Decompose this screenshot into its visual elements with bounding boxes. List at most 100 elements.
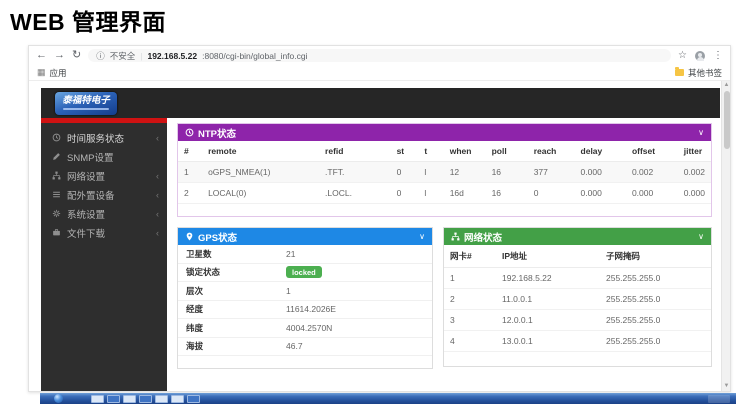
cell: 0.000 [575,183,626,204]
col-header: 网卡# [444,245,496,268]
col-header: refid [319,141,391,162]
table-row: 1 192.168.5.22 255.255.255.0 [444,268,711,289]
cell: 192.168.5.22 [496,268,600,289]
bookmark-star-icon[interactable]: ☆ [678,50,687,61]
brand-logo-tagline [63,108,109,111]
sidebar-item-network-settings[interactable]: 网络设置 ‹ [41,166,167,185]
cell: 3 [444,310,496,331]
taskbar-app-icon[interactable] [171,395,184,403]
profile-avatar-icon[interactable] [695,51,705,61]
taskbar-app-icon[interactable] [155,395,168,403]
table-row: 2 11.0.0.1 255.255.255.0 [444,289,711,310]
gps-panel-header[interactable]: GPS状态 ∨ [178,228,432,245]
network-panel-header[interactable]: 网络状态 ∨ [444,228,711,245]
sidebar-item-label: 网络设置 [67,169,156,183]
scroll-down-icon[interactable]: ▼ [722,382,731,391]
sitemap-icon [52,171,67,180]
scroll-up-icon[interactable]: ▲ [722,81,731,90]
col-header: st [391,141,419,162]
ntp-header-row: # remote refid st t when poll reach [178,141,711,162]
address-bar[interactable]: ⓘ 不安全 | 192.168.5.22:8080/cgi-bin/global… [88,49,671,62]
taskbar-app-icon[interactable] [187,395,200,403]
app-top-navbar: 泰福特电子 [41,88,720,118]
menu-kebab-icon[interactable]: ⋮ [713,50,723,61]
reload-icon[interactable]: ↻ [72,50,81,61]
cell: 0.000 [678,183,711,204]
taskbar-app-icon[interactable] [107,395,120,403]
cell: 0.002 [626,162,678,183]
network-status-panel: 网络状态 ∨ 网卡# IP地址 [443,227,712,367]
apps-shortcut[interactable]: ▦ 应用 [37,67,67,79]
cell: .LOCL. [319,183,391,204]
gps-field-label: 纬度 [186,322,286,334]
cell: 0 [391,183,419,204]
gps-field-value: 11614.2026E [286,304,336,314]
table-row: 1 oGPS_NMEA(1) .TFT. 0 l 12 16 377 [178,162,711,183]
gps-status-panel: GPS状态 ∨ 卫星数 21 锁定状态 [177,227,433,369]
sidebar-item-system-settings[interactable]: 系统设置 ‹ [41,204,167,223]
apps-label: 应用 [50,67,67,79]
screenshot-root: WEB 管理界面 ← → ↻ ⓘ 不安全 | 192.168.5.22:8080… [0,0,736,407]
ntp-status-panel: NTP状态 ∨ # remote refid [177,123,712,217]
cell: 1 [178,162,202,183]
os-taskbar [40,393,736,404]
sidebar-item-label: 配外置设备 [67,188,156,202]
chevron-down-icon[interactable]: ∨ [419,232,425,241]
gps-field-value: 1 [286,286,291,296]
status-badge: locked [286,266,322,278]
url-host: 192.168.5.22 [147,51,197,61]
gps-field-label: 卫星数 [186,248,286,260]
cell: 377 [528,162,575,183]
taskbar-app-icon[interactable] [123,395,136,403]
table-row: 4 13.0.0.1 255.255.255.0 [444,331,711,352]
cell: 1 [444,268,496,289]
cell: .TFT. [319,162,391,183]
gps-panel-title: GPS状态 [198,230,237,244]
chevron-down-icon[interactable]: ∨ [698,128,704,137]
folder-icon [675,69,684,76]
taskbar-app-icon[interactable] [91,395,104,403]
forward-icon[interactable]: → [54,50,65,61]
ntp-table: # remote refid st t when poll reach [178,141,711,204]
ntp-panel-header[interactable]: NTP状态 ∨ [178,124,711,141]
apps-grid-icon: ▦ [37,67,46,78]
map-pin-icon [185,232,194,241]
gps-field-label: 层次 [186,285,286,297]
clock-icon [52,133,67,142]
cell: 2 [444,289,496,310]
brand-logo[interactable]: 泰福特电子 [55,92,117,115]
sidebar-item-time-service-status[interactable]: 时间服务状态 ‹ [41,128,167,147]
col-header: IP地址 [496,245,600,268]
cell: 0.000 [575,162,626,183]
scrollbar-thumb[interactable] [724,91,730,149]
chevron-down-icon[interactable]: ∨ [698,232,704,241]
security-label: 不安全 [110,50,136,62]
gps-detail-list: 卫星数 21 锁定状态 locked 层次 1 [178,245,432,368]
scrollbar[interactable]: ▲ ▼ [721,81,730,391]
cell: 0 [391,162,419,183]
chevron-left-icon: ‹ [156,228,159,238]
col-header: reach [528,141,575,162]
gps-field-label: 经度 [186,303,286,315]
network-table: 网卡# IP地址 子网掩码 1 [444,245,711,352]
sidebar-item-snmp-settings[interactable]: SNMP设置 [41,147,167,166]
sidebar-item-file-download[interactable]: 文件下载 ‹ [41,223,167,242]
cell: l [418,162,443,183]
info-icon[interactable]: ⓘ [96,50,105,62]
table-row: 3 12.0.0.1 255.255.255.0 [444,310,711,331]
start-button-icon[interactable] [54,394,63,403]
cell: oGPS_NMEA(1) [202,162,319,183]
taskbar-app-icon[interactable] [139,395,152,403]
browser-window: ← → ↻ ⓘ 不安全 | 192.168.5.22:8080/cgi-bin/… [28,45,731,392]
cell: 16 [486,183,528,204]
network-header-row: 网卡# IP地址 子网掩码 [444,245,711,268]
network-table-wrap: 网卡# IP地址 子网掩码 1 [444,245,711,366]
other-bookmarks[interactable]: 其他书签 [675,67,722,79]
list-item: 纬度 4004.2570N [178,319,432,338]
sidebar-item-label: 时间服务状态 [67,131,156,145]
back-icon[interactable]: ← [36,50,47,61]
sidebar-item-external-devices[interactable]: 配外置设备 ‹ [41,185,167,204]
taskbar-clock [708,395,730,403]
list-icon [52,190,67,199]
bookmarks-bar: ▦ 应用 其他书签 [29,65,730,81]
